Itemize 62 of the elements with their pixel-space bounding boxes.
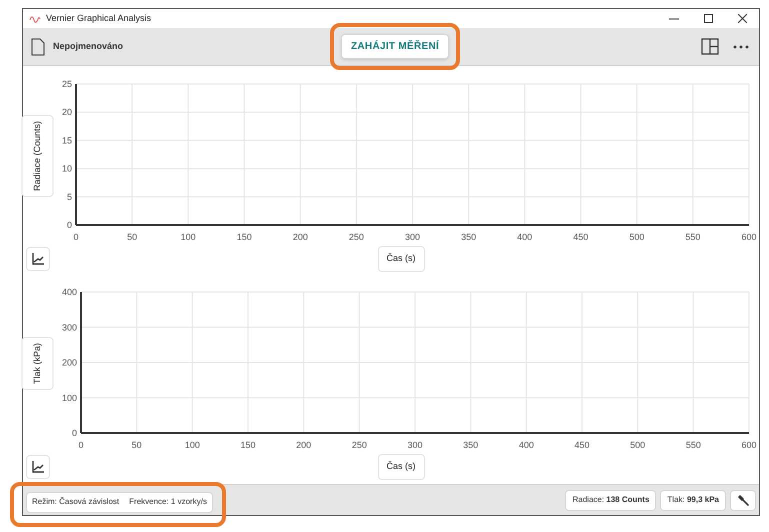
y-tick-label: 25 — [62, 79, 72, 89]
maximize-icon — [704, 14, 712, 23]
x-tick-label: 550 — [685, 232, 700, 242]
wrench-icon — [738, 494, 748, 506]
y-tick-label: 15 — [62, 135, 72, 146]
y-tick-label: 0 — [72, 428, 77, 438]
start-button[interactable]: ZAHÁJIT MĚŘENÍ — [341, 34, 450, 59]
axis-options-button[interactable] — [26, 455, 50, 479]
x-tick-label: 600 — [741, 232, 757, 242]
x-tick-label: 0 — [78, 440, 84, 450]
x-tick-label: 500 — [630, 440, 646, 450]
x-tick-label: 300 — [404, 232, 420, 242]
x-tick-label: 500 — [629, 232, 644, 242]
x-tick-label: 250 — [348, 232, 364, 242]
x-tick-label: 450 — [573, 232, 588, 242]
layout-icon — [701, 38, 719, 55]
y-tick-label: 300 — [62, 322, 77, 332]
y-tick-label: 400 — [62, 287, 77, 297]
y-axis-button[interactable]: Radiace (Counts) — [22, 114, 54, 198]
mode-button[interactable]: Režim: Časová závislost Frekvence: 1 vzorky/s — [26, 492, 213, 512]
x-tick-label: 100 — [180, 232, 196, 242]
x-tick-label: 350 — [461, 232, 476, 242]
x-tick-label: 450 — [574, 440, 590, 450]
x-tick-label: 0 — [74, 232, 78, 242]
sensor-reading[interactable]: Tlak: 99,3 kPa — [660, 490, 726, 510]
document-name: Nepojmenováno — [53, 40, 124, 53]
wave-icon — [29, 14, 41, 22]
layout-button[interactable] — [701, 38, 719, 55]
x-tick-label: 50 — [127, 232, 138, 242]
x-tick-label: 150 — [236, 232, 252, 242]
x-tick-label: 300 — [407, 440, 423, 450]
x-tick-label: 550 — [686, 440, 701, 450]
x-tick-label: 600 — [741, 440, 757, 450]
x-tick-label: 150 — [240, 440, 256, 450]
y-tick-label: 10 — [62, 164, 72, 174]
x-tick-label: 250 — [352, 440, 367, 450]
x-tick-label: 200 — [296, 440, 312, 450]
close-icon — [738, 14, 746, 23]
x-axis-button[interactable]: Čas (s) — [378, 454, 424, 480]
y-tick-label: 200 — [62, 358, 77, 368]
x-axis-button[interactable]: Čas (s) — [378, 246, 424, 272]
minimize-icon — [669, 18, 679, 20]
window-title: Vernier Graphical Analysis — [46, 12, 152, 25]
tools-button[interactable] — [730, 490, 756, 510]
x-tick-label: 350 — [463, 440, 478, 450]
more-button[interactable] — [733, 44, 749, 48]
y-axis-button[interactable]: Tlak (kPa) — [22, 337, 54, 390]
axis-options-button[interactable] — [26, 247, 50, 271]
y-tick-label: 5 — [66, 192, 72, 202]
x-tick-label: 50 — [132, 440, 142, 450]
document-icon — [31, 38, 45, 56]
x-tick-label: 400 — [517, 232, 532, 242]
sensor-reading[interactable]: Radiace: 138 Counts — [565, 490, 656, 510]
x-tick-label: 100 — [184, 440, 200, 450]
graph-icon — [31, 460, 45, 474]
y-tick-label: 0 — [66, 220, 72, 230]
x-tick-label: 400 — [518, 440, 534, 450]
y-tick-label: 20 — [62, 107, 72, 118]
more-icon — [733, 44, 749, 48]
x-tick-label: 200 — [292, 232, 308, 242]
y-tick-label: 100 — [62, 392, 77, 403]
graph-icon — [31, 252, 45, 266]
